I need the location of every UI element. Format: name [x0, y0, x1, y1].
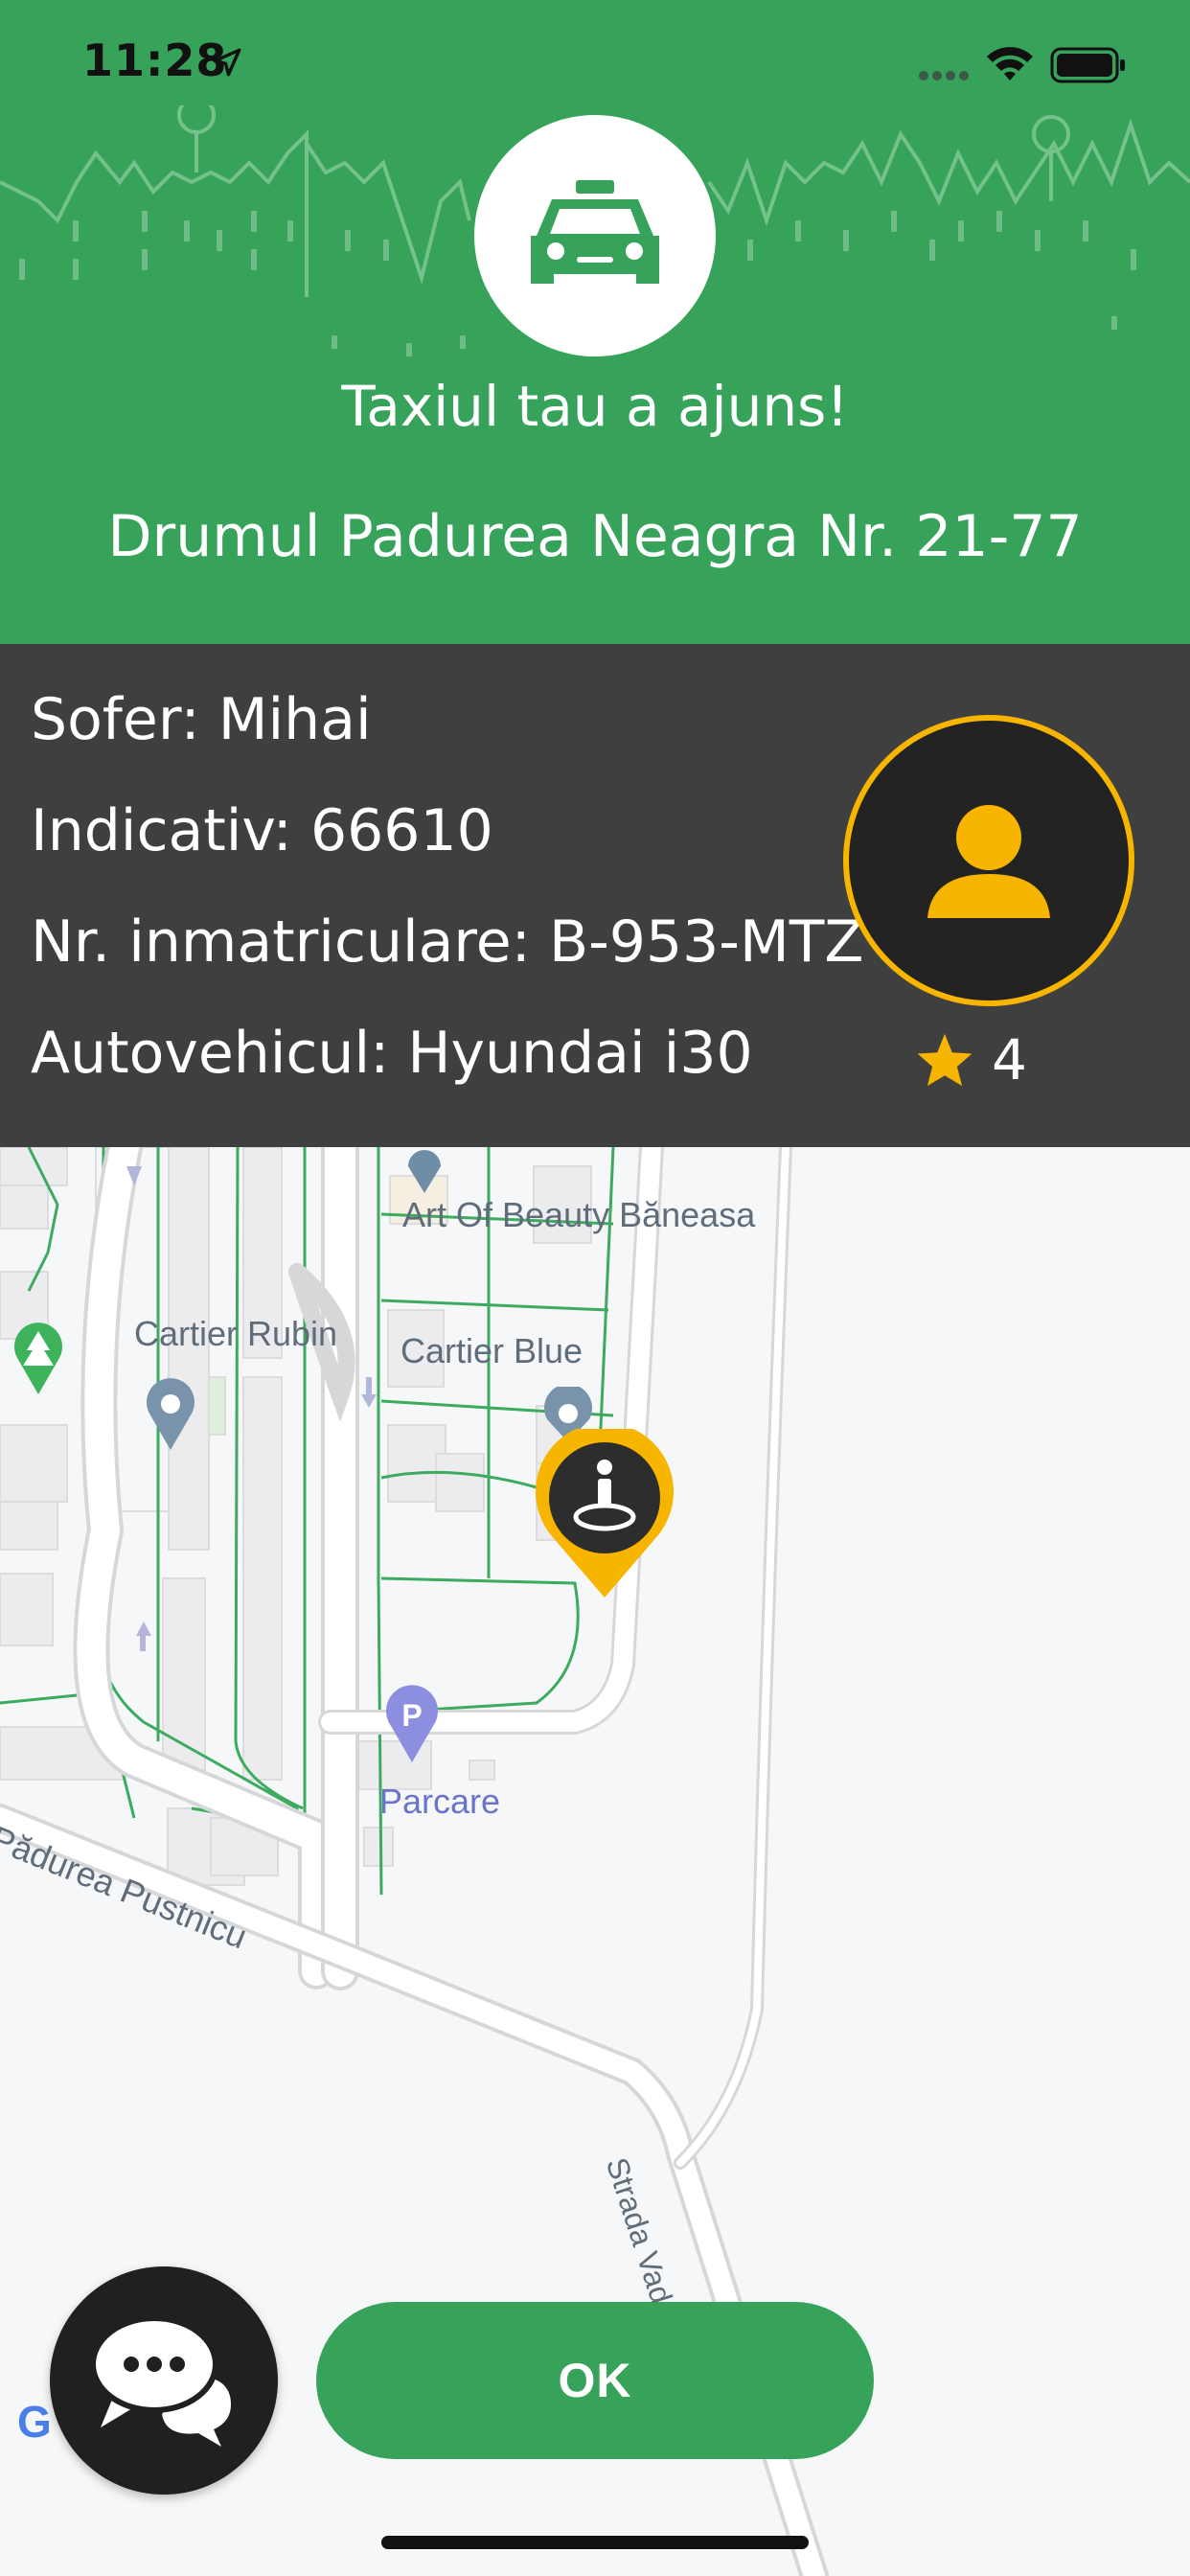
map-label-parcare: Parcare	[379, 1782, 501, 1821]
park-pin-icon[interactable]	[10, 1320, 67, 1396]
ok-button[interactable]: OK	[316, 2302, 874, 2459]
star-icon	[917, 1033, 973, 1087]
chat-icon	[90, 2315, 231, 2447]
poi-pin-icon[interactable]	[400, 1147, 448, 1195]
rating-value: 4	[992, 1027, 1027, 1092]
chat-button[interactable]	[50, 2266, 278, 2495]
pickup-address: Drumul Padurea Neagra Nr. 21-77	[107, 503, 1083, 570]
wifi-icon	[985, 44, 1035, 86]
screen: 11:28 Taxiul tau a ajuns! Drumul Padurea…	[0, 0, 1190, 2576]
cellular-signal-icon	[918, 67, 973, 85]
map-label-cartier-rubin: Cartier Rubin	[134, 1314, 338, 1353]
user-icon	[927, 805, 1050, 918]
arrival-title: Taxiul tau a ajuns!	[341, 374, 849, 439]
license-plate: Nr. inmatriculare: B-953-MTZ	[31, 908, 864, 976]
map-label-art-of-beauty: Art Of Beauty Băneasa	[402, 1195, 756, 1234]
driver-callsign: Indicativ: 66610	[31, 797, 493, 864]
map-label-cartier-blue: Cartier Blue	[400, 1331, 584, 1370]
parking-pin-icon[interactable]: P	[381, 1684, 443, 1764]
taxi-icon-badge	[474, 115, 716, 356]
vehicle-model: Autovehicul: Hyundai i30	[31, 1020, 753, 1087]
pickup-pin-icon[interactable]	[533, 1429, 676, 1601]
driver-avatar	[843, 715, 1134, 1006]
driver-info-panel: Sofer: Mihai Indicativ: 66610 Nr. inmatr…	[0, 644, 1190, 1147]
home-indicator[interactable]	[381, 2536, 809, 2549]
poi-pin-icon-rubin[interactable]	[142, 1375, 199, 1452]
driver-rating: 4	[915, 1027, 1027, 1092]
location-arrow-icon	[211, 46, 243, 82]
taxi-icon	[531, 180, 659, 284]
arrival-header: 11:28 Taxiul tau a ajuns! Drumul Padurea…	[0, 0, 1190, 644]
svg-text:P: P	[401, 1698, 422, 1733]
battery-icon	[1050, 46, 1127, 88]
driver-name: Sofer: Mihai	[31, 686, 372, 753]
google-logo: G	[17, 2397, 52, 2447]
status-time: 11:28	[82, 34, 228, 86]
